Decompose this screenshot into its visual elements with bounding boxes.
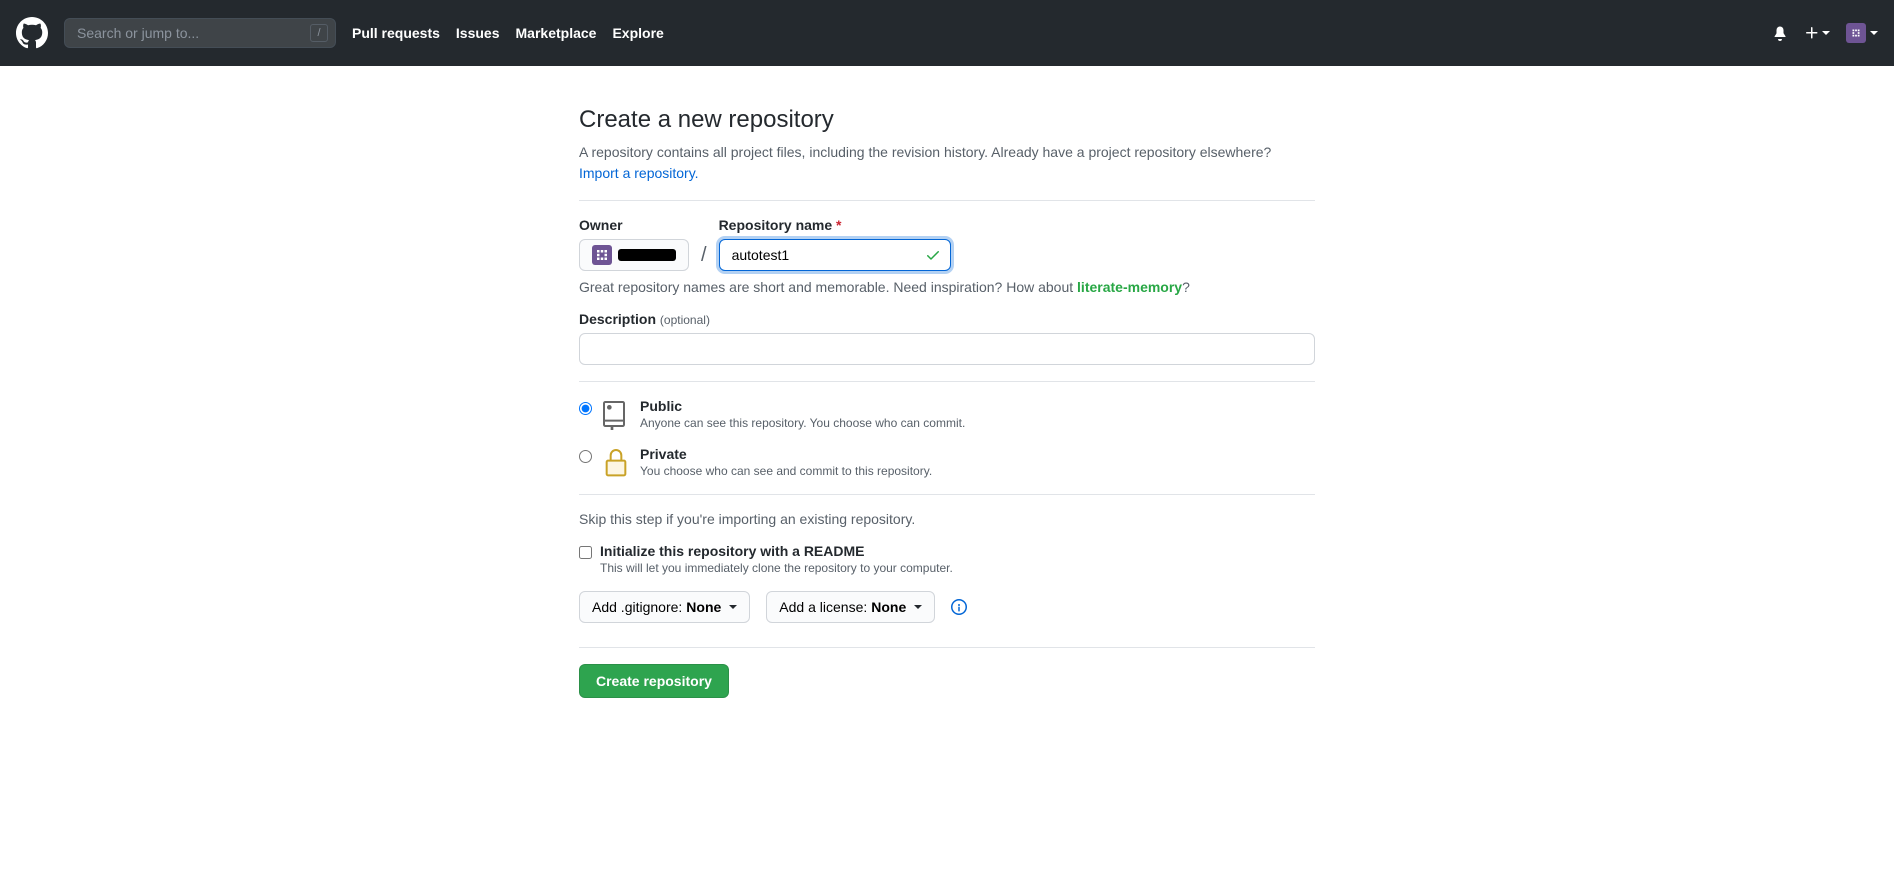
owner-repo-row: Owner / Repository name *	[579, 217, 1315, 271]
nav-pull-requests[interactable]: Pull requests	[352, 25, 440, 41]
readme-row: Initialize this repository with a README…	[579, 543, 1315, 575]
private-label: Private	[640, 446, 932, 462]
repo-name-hint: Great repository names are short and mem…	[579, 279, 1315, 295]
chevron-down-icon	[914, 605, 922, 609]
owner-name-redacted	[618, 249, 676, 261]
repo-name-input[interactable]	[719, 239, 951, 271]
hint-prefix: Great repository names are short and mem…	[579, 279, 1077, 295]
owner-group: Owner	[579, 217, 689, 271]
hint-suffix: ?	[1182, 279, 1190, 295]
divider	[579, 647, 1315, 648]
plus-icon	[1804, 25, 1820, 41]
repo-name-label-text: Repository name	[719, 217, 833, 233]
optional-text: (optional)	[660, 313, 710, 327]
license-value: None	[871, 599, 906, 615]
repo-name-wrap	[719, 239, 951, 271]
required-star: *	[836, 217, 841, 233]
repo-icon	[600, 398, 632, 430]
desc-label-row: Description (optional)	[579, 311, 1315, 327]
owner-avatar	[592, 245, 612, 265]
readme-label: Initialize this repository with a README	[600, 543, 953, 559]
user-menu[interactable]	[1846, 23, 1878, 43]
search-input[interactable]	[64, 18, 336, 48]
gitignore-value: None	[686, 599, 721, 615]
public-note: Anyone can see this repository. You choo…	[640, 416, 965, 430]
header-nav: Pull requests Issues Marketplace Explore	[352, 25, 664, 41]
github-logo-icon[interactable]	[16, 17, 48, 49]
readme-note: This will let you immediately clone the …	[600, 561, 953, 575]
desc-label-text: Description	[579, 311, 656, 327]
search-slash-hint: /	[310, 24, 328, 42]
gitignore-prefix: Add .gitignore:	[592, 599, 682, 615]
chevron-down-icon	[1822, 31, 1830, 35]
create-new-dropdown[interactable]	[1804, 25, 1830, 41]
avatar	[1846, 23, 1866, 43]
bell-icon[interactable]	[1772, 25, 1788, 41]
visibility-private-radio[interactable]	[579, 450, 592, 463]
public-text: Public Anyone can see this repository. Y…	[640, 398, 965, 430]
divider	[579, 494, 1315, 495]
public-label: Public	[640, 398, 965, 414]
license-select[interactable]: Add a license: None	[766, 591, 935, 623]
header-right	[1772, 23, 1878, 43]
page-title: Create a new repository	[579, 106, 1315, 134]
gitignore-license-row: Add .gitignore: None Add a license: None	[579, 591, 1315, 623]
name-suggestion[interactable]: literate-memory	[1077, 279, 1182, 295]
chevron-down-icon	[1870, 31, 1878, 35]
skip-note: Skip this step if you're importing an ex…	[579, 511, 1315, 527]
owner-select[interactable]	[579, 239, 689, 271]
divider	[579, 200, 1315, 201]
nav-explore[interactable]: Explore	[612, 25, 663, 41]
owner-label: Owner	[579, 217, 689, 233]
visibility-public-radio[interactable]	[579, 402, 592, 415]
info-icon[interactable]	[951, 599, 967, 615]
nav-marketplace[interactable]: Marketplace	[516, 25, 597, 41]
import-repo-link[interactable]: Import a repository.	[579, 165, 699, 181]
readme-checkbox[interactable]	[579, 546, 592, 559]
subtitle-text: A repository contains all project files,…	[579, 144, 1271, 160]
description-input[interactable]	[579, 333, 1315, 365]
repo-name-group: Repository name *	[719, 217, 951, 271]
private-note: You choose who can see and commit to thi…	[640, 464, 932, 478]
repo-name-label: Repository name *	[719, 217, 951, 233]
nav-issues[interactable]: Issues	[456, 25, 500, 41]
slash-separator: /	[697, 244, 711, 271]
page-subtitle: A repository contains all project files,…	[579, 142, 1315, 184]
visibility-public-row: Public Anyone can see this repository. Y…	[579, 398, 1315, 430]
visibility-private-row: Private You choose who can see and commi…	[579, 446, 1315, 478]
description-label: Description (optional)	[579, 311, 710, 327]
lock-icon	[600, 446, 632, 478]
gitignore-select[interactable]: Add .gitignore: None	[579, 591, 750, 623]
divider	[579, 381, 1315, 382]
create-repo-button[interactable]: Create repository	[579, 664, 729, 698]
chevron-down-icon	[729, 605, 737, 609]
readme-text: Initialize this repository with a README…	[600, 543, 953, 575]
check-icon	[925, 247, 941, 263]
global-header: / Pull requests Issues Marketplace Explo…	[0, 0, 1894, 66]
license-prefix: Add a license:	[779, 599, 867, 615]
search-wrap: /	[64, 18, 336, 48]
main-container: Create a new repository A repository con…	[563, 66, 1331, 738]
private-text: Private You choose who can see and commi…	[640, 446, 932, 478]
